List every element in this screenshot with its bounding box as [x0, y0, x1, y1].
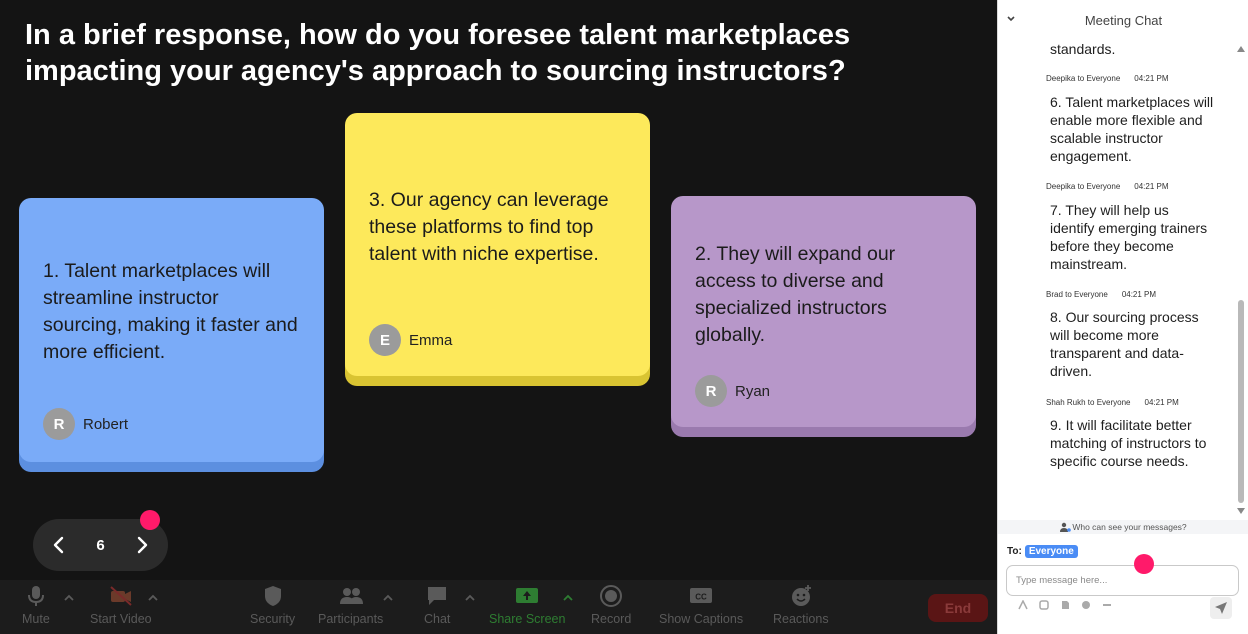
start-video-label: Start Video [90, 612, 152, 626]
send-button[interactable] [1210, 597, 1232, 619]
to-label: To: [1007, 546, 1022, 557]
chevron-left-icon [53, 536, 64, 554]
participants-icon [339, 588, 363, 604]
message-time: 04:21 PM [1134, 182, 1169, 191]
user-lock-icon [1060, 522, 1072, 532]
participants-button[interactable]: Participants [318, 584, 383, 626]
response-card[interactable]: 3. Our agency can leverage these platfor… [345, 113, 650, 376]
shield-icon [264, 586, 281, 606]
svg-text:CC: CC [695, 593, 707, 602]
message-sender: Deepika to Everyone [1046, 182, 1121, 191]
chevron-up-icon[interactable] [147, 594, 159, 602]
message-text: standards. [1050, 41, 1116, 57]
avatar: E [369, 324, 401, 356]
previous-page-button[interactable] [45, 531, 73, 559]
message-time: 04:21 PM [1144, 398, 1179, 407]
meeting-chat-panel: Meeting Chat standards. Deepika to Every… [997, 0, 1248, 634]
share-screen-icon [516, 588, 539, 603]
scroll-up-arrow-icon[interactable] [1237, 46, 1245, 52]
chat-header: Meeting Chat [998, 0, 1248, 40]
message-sender: Shah Rukh to Everyone [1046, 398, 1131, 407]
chat-formatting-tools [1018, 600, 1112, 610]
chat-message-list[interactable]: standards. Deepika to Everyone 04:21 PM 6… [998, 40, 1234, 520]
share-screen-label: Share Screen [489, 612, 566, 626]
emoji-icon[interactable] [1081, 600, 1091, 610]
file-icon[interactable] [1060, 600, 1070, 610]
message-text: 9. It will facilitate better matching of… [1050, 417, 1207, 469]
format-icon[interactable] [1018, 600, 1028, 610]
chevron-up-icon[interactable] [562, 594, 574, 602]
message-text: 8. Our sourcing process will become more… [1050, 309, 1199, 379]
card-author: R Robert [43, 408, 128, 440]
screenshot-icon[interactable] [1039, 600, 1049, 610]
scroll-down-arrow-icon[interactable] [1237, 508, 1245, 514]
share-screen-button[interactable]: Share Screen [489, 584, 565, 626]
security-label: Security [250, 612, 296, 626]
page-number: 6 [96, 536, 105, 554]
message-text: 6. Talent marketplaces will enable more … [1050, 94, 1214, 164]
chat-bubble-icon [428, 587, 447, 605]
captions-icon: CC [690, 588, 713, 603]
pointer-indicator [1134, 554, 1154, 574]
message-sender: Deepika to Everyone [1046, 74, 1121, 83]
card-text: 3. Our agency can leverage these platfor… [369, 189, 609, 265]
start-video-button[interactable]: Start Video [90, 584, 152, 626]
show-captions-button[interactable]: CC Show Captions [659, 584, 743, 626]
mute-button[interactable]: Mute [22, 584, 50, 626]
video-off-icon [110, 586, 132, 606]
who-can-see-label: Who can see your messages? [1072, 522, 1187, 532]
message-text: 7. They will help us identify emerging t… [1050, 202, 1208, 272]
message-meta: Brad to Everyone 04:21 PM [1046, 290, 1156, 299]
chat-scrollbar[interactable] [1235, 40, 1247, 520]
reactions-label: Reactions [773, 612, 829, 626]
card-text: 1. Talent marketplaces will streamline i… [43, 260, 298, 363]
record-label: Record [591, 612, 632, 626]
who-can-see-messages[interactable]: Who can see your messages? [998, 520, 1248, 534]
chat-label: Chat [424, 612, 451, 626]
participants-label: Participants [318, 612, 384, 626]
avatar: R [695, 375, 727, 407]
chat-title: Meeting Chat [1084, 13, 1163, 28]
presentation-stage: In a brief response, how do you foresee … [0, 0, 997, 634]
message-meta: Shah Rukh to Everyone 04:21 PM [1046, 398, 1179, 407]
chat-message-input[interactable] [1006, 565, 1239, 596]
next-page-button[interactable] [128, 531, 156, 559]
message-meta: Deepika to Everyone 04:21 PM [1046, 74, 1169, 83]
pointer-indicator [140, 510, 160, 530]
message-sender: Brad to Everyone [1046, 290, 1108, 299]
recipient-row: To: Everyone [1007, 545, 1078, 558]
meeting-toolbar: Mute Start Video Security Participants C… [0, 580, 997, 634]
chevron-up-icon[interactable] [464, 594, 476, 602]
message-time: 04:21 PM [1134, 74, 1169, 83]
reactions-button[interactable]: Reactions [773, 584, 829, 626]
recipient-selector[interactable]: Everyone [1024, 545, 1078, 558]
more-icon[interactable] [1102, 600, 1112, 610]
author-name: Ryan [735, 382, 771, 400]
record-icon [600, 585, 623, 607]
card-text: 2. They will expand our access to divers… [695, 243, 896, 346]
card-author: R Ryan [695, 375, 770, 407]
record-button[interactable]: Record [591, 584, 631, 626]
message-time: 04:21 PM [1121, 290, 1157, 299]
security-button[interactable]: Security [250, 584, 295, 626]
chat-button[interactable]: Chat [424, 584, 450, 626]
chevron-up-icon[interactable] [382, 594, 394, 602]
send-icon [1215, 602, 1227, 614]
response-card[interactable]: 1. Talent marketplaces will streamline i… [19, 198, 324, 462]
smiley-icon [791, 585, 811, 606]
question-title: In a brief response, how do you foresee … [25, 19, 851, 87]
mute-label: Mute [22, 612, 50, 626]
avatar: R [43, 408, 75, 440]
show-captions-label: Show Captions [659, 612, 744, 626]
end-meeting-button[interactable]: End [928, 594, 988, 622]
scrollbar-thumb[interactable] [1238, 300, 1244, 503]
card-author: E Emma [369, 324, 452, 356]
microphone-icon [27, 586, 44, 606]
author-name: Robert [83, 415, 129, 433]
chevron-right-icon [137, 536, 148, 554]
chevron-up-icon[interactable] [63, 594, 75, 602]
response-card[interactable]: 2. They will expand our access to divers… [671, 196, 976, 427]
author-name: Emma [409, 331, 453, 349]
message-meta: Deepika to Everyone 04:21 PM [1046, 182, 1169, 191]
